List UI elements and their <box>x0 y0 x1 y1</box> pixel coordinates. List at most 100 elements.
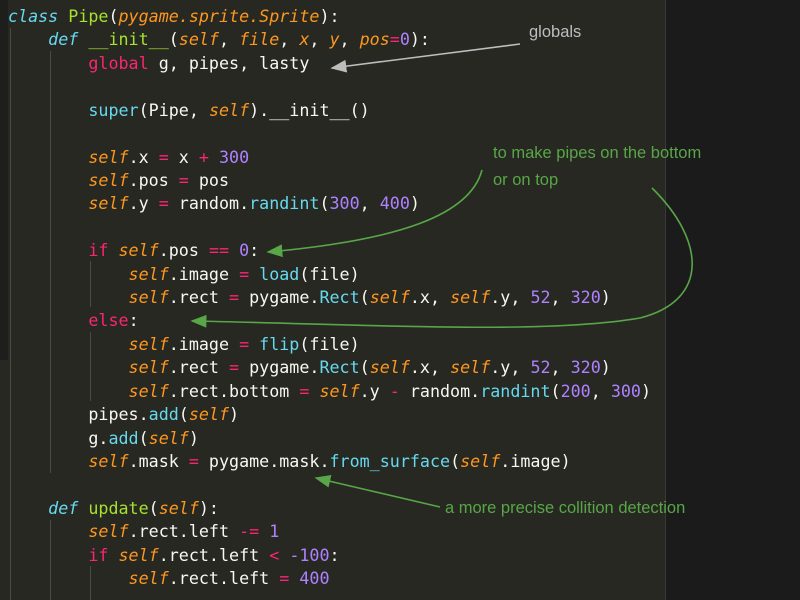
code-token: self <box>369 357 410 378</box>
code-token: 0 <box>399 29 410 50</box>
code-token: self <box>460 450 501 471</box>
code-token: 400 <box>299 568 330 589</box>
code-token: pygame.sprite.Sprite <box>118 6 320 26</box>
code-line: self.rect.bottom = self.y - random.randi… <box>8 380 651 403</box>
code-token: : <box>128 310 139 331</box>
code-token: self <box>8 450 129 471</box>
code-token: self <box>450 357 491 378</box>
code-token: -100 <box>289 544 330 565</box>
code-token: ( <box>359 287 370 308</box>
code-token: ( <box>178 404 189 425</box>
code-token: ): <box>409 29 430 50</box>
code-token: global <box>88 52 149 73</box>
code-token: = <box>229 287 240 308</box>
code-token: randint <box>249 193 320 214</box>
code-token: g. <box>8 427 109 448</box>
code-token: add <box>108 427 139 448</box>
code-token: self <box>148 427 189 448</box>
code-token: ( <box>148 497 159 518</box>
code-token: self <box>369 287 410 308</box>
code-token: , <box>550 357 571 378</box>
code-token: , <box>339 29 360 50</box>
code-line: else: <box>8 309 139 332</box>
code-token: < <box>269 544 280 565</box>
code-token: ( <box>108 6 119 26</box>
code-token: , <box>309 29 330 50</box>
code-line: def update(self): <box>8 497 219 520</box>
code-token: .rect.left <box>158 544 270 565</box>
code-token: 300 <box>218 146 250 167</box>
code-token: ): <box>319 6 340 26</box>
code-token: ).__init__() <box>249 99 370 120</box>
code-token: x <box>168 146 199 167</box>
code-token: = <box>158 193 169 214</box>
code-token: ( <box>168 29 179 50</box>
code-token: .image) <box>500 450 571 471</box>
code-token: .y <box>359 380 390 401</box>
code-token: Rect <box>319 287 360 308</box>
code-token: self <box>8 263 169 284</box>
code-line: global g, pipes, lasty <box>8 52 309 75</box>
code-token: 400 <box>379 193 410 214</box>
code-token: pipes. <box>8 404 149 425</box>
code-line: self.rect = pygame.Rect(self.x, self.y, … <box>8 286 611 309</box>
code-token: = <box>188 450 199 471</box>
editor-gutter <box>0 0 8 360</box>
code-token: 52 <box>530 357 551 378</box>
code-token: super <box>8 99 139 120</box>
code-token: ): <box>198 497 219 518</box>
code-token: 320 <box>570 357 601 378</box>
code-token: if <box>8 240 119 261</box>
code-line: pipes.add(self) <box>8 403 239 426</box>
code-token: update <box>88 497 149 518</box>
code-token: y <box>329 29 340 50</box>
code-token: = <box>239 263 250 284</box>
code-token: = <box>158 146 169 167</box>
code-token: 200 <box>560 380 591 401</box>
code-token: .y, <box>490 287 531 308</box>
code-token: -= <box>239 521 260 542</box>
code-token: (file) <box>299 333 360 354</box>
code-token: ) <box>600 287 611 308</box>
code-token: .rect <box>168 287 230 308</box>
code-line: self.mask = pygame.mask.from_surface(sel… <box>8 450 571 473</box>
code-token: self <box>178 29 219 50</box>
code-token: + <box>198 146 209 167</box>
code-token: self <box>188 404 230 425</box>
code-token: self <box>8 146 129 167</box>
code-token: ( <box>138 427 149 448</box>
code-token: class <box>8 6 69 26</box>
code-token: .x <box>128 146 159 167</box>
code-token: flip <box>259 333 300 354</box>
code-token: self <box>8 380 169 401</box>
code-token: pygame. <box>239 357 320 378</box>
code-token: ) <box>188 427 199 448</box>
code-line: g.add(self) <box>8 427 199 450</box>
code-token: self <box>8 169 129 190</box>
code-token: = <box>229 357 240 378</box>
annotation-pipes-line1: to make pipes on the bottom <box>493 144 702 162</box>
code-token: .rect.left <box>128 521 240 542</box>
code-token: Pipe <box>68 6 109 26</box>
code-token: def <box>8 29 89 50</box>
code-token: self <box>208 99 250 120</box>
annotation-collision: a more precise collition detection <box>445 499 686 517</box>
annotation-globals: globals <box>529 23 582 41</box>
code-line: self.rect = pygame.Rect(self.x, self.y, … <box>8 356 611 379</box>
code-token: = <box>178 169 189 190</box>
code-token: pygame. <box>239 287 320 308</box>
code-line: self.y = random.randint(300, 400) <box>8 192 420 215</box>
code-line: self.rect.left -= 1 <box>8 520 279 543</box>
code-token: 300 <box>610 380 641 401</box>
code-token: ( <box>359 357 370 378</box>
code-token: .y, <box>490 357 531 378</box>
code-token: self <box>319 380 360 401</box>
code-token: self <box>450 287 491 308</box>
code-token: pygame.mask. <box>198 450 330 471</box>
code-token: random. <box>399 380 481 401</box>
